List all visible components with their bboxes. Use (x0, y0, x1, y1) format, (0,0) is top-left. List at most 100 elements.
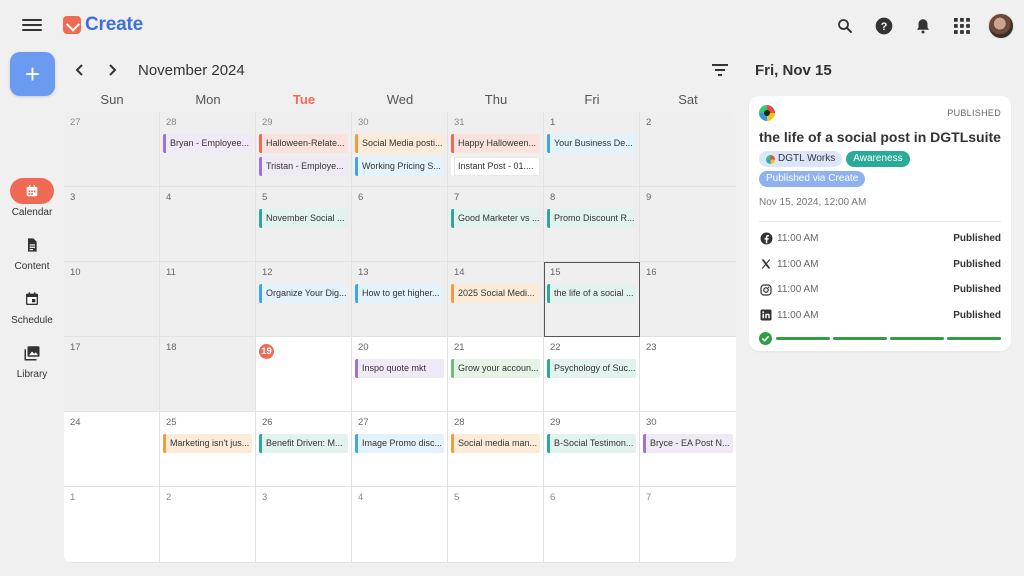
day-number: 30 (646, 417, 657, 429)
chevron-left-icon[interactable] (72, 60, 88, 80)
rail-label: Calendar (11, 207, 53, 218)
day-cell[interactable]: 11 (160, 262, 256, 338)
calendar-event[interactable]: Social Media posti... (355, 134, 444, 153)
day-cell[interactable]: 8 Promo Discount R... (544, 187, 640, 263)
day-cell[interactable]: 1 Your Business De... (544, 112, 640, 188)
calendar-event[interactable]: November Social ... (259, 209, 348, 229)
calendar-event[interactable]: Social media man... (451, 434, 540, 454)
day-cell[interactable]: 30 Social Media posti... Working Pricing S… (352, 112, 448, 188)
day-cell[interactable]: 7 Good Marketer vs ... (448, 187, 544, 263)
day-number: 1 (550, 117, 556, 128)
platform-row[interactable]: 11:00 AM Published (759, 303, 1001, 329)
calendar-event[interactable]: 2025 Social Medi... (451, 284, 540, 304)
bell-icon[interactable] (910, 14, 935, 39)
day-cell[interactable]: 29 Halloween-Relate... Tristan - Employe..… (256, 112, 352, 188)
create-new-button[interactable]: + (10, 52, 55, 96)
menu-icon[interactable] (22, 16, 42, 36)
day-cell[interactable]: 22 Psychology of Suc... (544, 337, 640, 413)
calendar-event[interactable]: Happy Halloween... (451, 134, 540, 153)
day-cell[interactable]: 17 (64, 337, 160, 413)
rail-item-calendar[interactable]: Calendar (0, 178, 64, 232)
calendar-event[interactable]: Good Marketer vs ... (451, 209, 540, 229)
calendar-event[interactable]: Benefit Driven: M... (259, 434, 348, 454)
platform-row[interactable]: 11:00 AM Published (759, 277, 1001, 303)
day-cell[interactable]: 3 (64, 187, 160, 263)
day-cell[interactable]: 7 (640, 487, 736, 563)
day-cell[interactable]: 1 (64, 487, 160, 563)
day-cell[interactable]: 28 Bryan - Employee... (160, 112, 256, 188)
calendar-event[interactable]: Organize Your Dig... (259, 284, 348, 304)
calendar-event[interactable]: Bryce - EA Post N... (643, 434, 733, 454)
calendar-event[interactable]: Psychology of Suc... (547, 359, 636, 379)
x-icon (759, 257, 773, 271)
calendar-event[interactable]: Halloween-Relate... (259, 134, 348, 153)
calendar-event[interactable]: the life of a social ... (547, 284, 636, 304)
day-cell[interactable]: 14 2025 Social Medi... (448, 262, 544, 338)
calendar-event[interactable]: Tristan - Employe... (259, 157, 348, 176)
day-cell[interactable]: 28 Social media man... (448, 412, 544, 488)
app-logo[interactable]: Create (63, 14, 143, 36)
day-cell[interactable]: 9 (640, 187, 736, 263)
day-cell[interactable]: 20 Inspo quote mkt (352, 337, 448, 413)
post-detail-card[interactable]: PUBLISHED the life of a social post in D… (749, 96, 1011, 351)
rail-item-library[interactable]: Library (0, 340, 64, 394)
top-bar: Create ? (0, 0, 1024, 52)
day-cell[interactable]: 27 Image Promo disc... (352, 412, 448, 488)
day-cell[interactable]: 23 (640, 337, 736, 413)
day-cell[interactable]: 2 (160, 487, 256, 563)
day-cell[interactable]: 18 (160, 337, 256, 413)
day-cell[interactable]: 2 (640, 112, 736, 188)
day-cell[interactable]: 4 (160, 187, 256, 263)
weekday-label: Wed (386, 92, 414, 107)
chevron-right-icon[interactable] (104, 60, 120, 80)
search-icon[interactable] (832, 14, 857, 39)
calendar-event[interactable]: Your Business De... (547, 134, 636, 153)
day-cell[interactable]: 21 Grow your accoun... (448, 337, 544, 413)
calendar-event[interactable]: Promo Discount R... (547, 209, 636, 229)
day-cell[interactable]: 5 (448, 487, 544, 563)
day-number: 30 (358, 117, 369, 128)
day-cell[interactable]: 10 (64, 262, 160, 338)
publish-status: Published (953, 284, 1001, 296)
publish-status: Published (953, 233, 1001, 245)
day-cell[interactable]: 19 (256, 337, 352, 413)
facebook-icon (759, 232, 773, 246)
day-cell[interactable]: 31 Happy Halloween... Instant Post - 01...… (448, 112, 544, 188)
rail-item-content[interactable]: Content (0, 232, 64, 286)
day-cell[interactable]: 29 B-Social Testimon... (544, 412, 640, 488)
calendar-event[interactable]: B-Social Testimon... (547, 434, 636, 454)
day-cell[interactable]: 4 (352, 487, 448, 563)
filter-icon[interactable] (710, 60, 730, 80)
day-cell[interactable]: 15 the life of a social ... (544, 262, 640, 338)
day-cell[interactable]: 12 Organize Your Dig... (256, 262, 352, 338)
day-cell[interactable]: 16 (640, 262, 736, 338)
day-cell[interactable]: 5 November Social ... (256, 187, 352, 263)
day-cell[interactable]: 3 (256, 487, 352, 563)
day-cell[interactable]: 6 (352, 187, 448, 263)
calendar-event[interactable]: Marketing isn't jus... (163, 434, 252, 454)
calendar-event[interactable]: Bryan - Employee... (163, 134, 252, 153)
calendar-event[interactable]: Grow your accoun... (451, 359, 540, 379)
calendar-event[interactable]: Instant Post - 01.... (451, 157, 540, 176)
avatar[interactable] (988, 13, 1014, 39)
calendar-event[interactable]: Working Pricing S... (355, 157, 444, 176)
calendar-event[interactable]: Inspo quote mkt (355, 359, 444, 379)
day-cell[interactable]: 13 How to get higher... (352, 262, 448, 338)
day-cell[interactable]: 25 Marketing isn't jus... (160, 412, 256, 488)
day-cell[interactable]: 24 (64, 412, 160, 488)
brand-logo-icon (759, 105, 775, 121)
platform-row[interactable]: 11:00 AM Published (759, 252, 1001, 278)
day-cell[interactable]: 27 (64, 112, 160, 188)
tag-chip: DGTL Works (759, 151, 843, 167)
help-icon[interactable]: ? (871, 14, 896, 39)
day-cell[interactable]: 6 (544, 487, 640, 563)
day-cell[interactable]: 26 Benefit Driven: M... (256, 412, 352, 488)
publish-time: 11:00 AM (777, 258, 819, 270)
calendar-event[interactable]: Image Promo disc... (355, 434, 444, 454)
day-number: 4 (358, 492, 364, 504)
calendar-event[interactable]: How to get higher... (355, 284, 444, 304)
day-cell[interactable]: 30 Bryce - EA Post N... (640, 412, 736, 488)
platform-row[interactable]: 11:00 AM Published (759, 226, 1001, 252)
rail-item-schedule[interactable]: Schedule (0, 286, 64, 340)
apps-grid-icon[interactable] (949, 14, 974, 39)
